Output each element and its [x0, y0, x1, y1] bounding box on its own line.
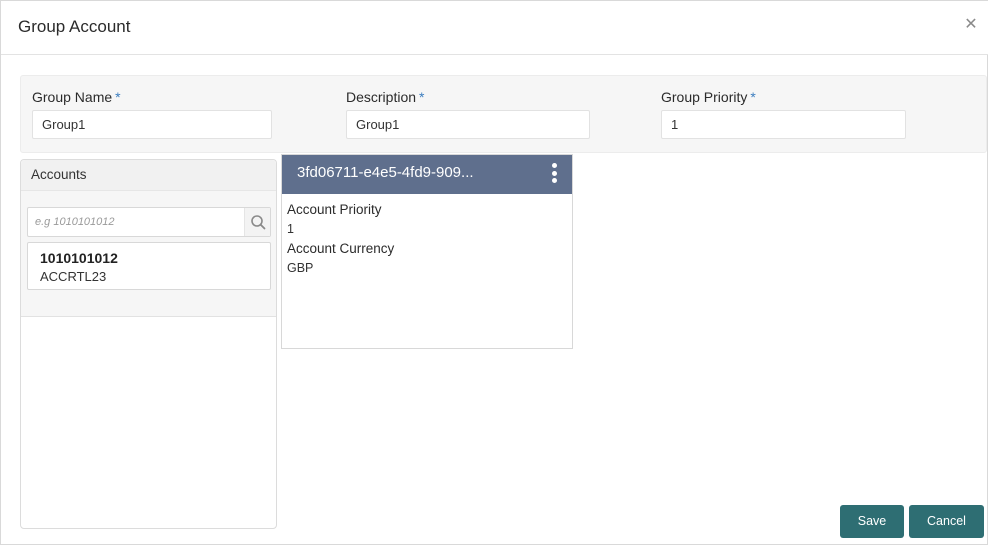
group-account-dialog: Group Account ✕ Group Name * Group1 Descr… [0, 0, 988, 545]
required-marker: * [750, 89, 756, 105]
group-name-input[interactable]: Group1 [32, 110, 272, 139]
account-priority-value: 1 [287, 222, 294, 236]
description-input[interactable]: Group1 [346, 110, 590, 139]
accounts-list-area: 1010101012 ACCRTL23 [21, 191, 276, 317]
account-search-input[interactable] [28, 208, 242, 236]
account-currency-label: Account Currency [287, 241, 395, 256]
description-label: Description * [346, 89, 425, 105]
accounts-title: Accounts [31, 167, 87, 182]
more-vertical-icon[interactable] [550, 163, 558, 185]
close-icon[interactable]: ✕ [963, 16, 979, 34]
group-card-title: 3fd06711-e4e5-4fd9-909... [297, 164, 474, 181]
cancel-button[interactable]: Cancel [909, 505, 984, 538]
group-name-label: Group Name * [32, 89, 121, 105]
account-list-item[interactable]: 1010101012 ACCRTL23 [27, 242, 271, 290]
account-name: ACCRTL23 [40, 269, 107, 284]
account-number: 1010101012 [40, 250, 118, 266]
group-account-card[interactable]: 3fd06711-e4e5-4fd9-909... Account Priori… [281, 154, 573, 349]
group-priority-input[interactable]: 1 [661, 110, 906, 139]
dialog-header: Group Account ✕ [1, 1, 988, 55]
search-icon[interactable] [244, 208, 270, 236]
required-marker: * [419, 89, 425, 105]
accounts-header: Accounts [21, 160, 276, 191]
account-currency-value: GBP [287, 261, 314, 275]
save-button[interactable]: Save [840, 505, 904, 538]
required-marker: * [115, 89, 121, 105]
group-priority-label: Group Priority * [661, 89, 756, 105]
dialog-title: Group Account [18, 17, 131, 36]
group-card-header: 3fd06711-e4e5-4fd9-909... [282, 155, 572, 194]
accounts-panel: Accounts 1010101012 ACCRTL23 [20, 159, 277, 529]
account-priority-label: Account Priority [287, 202, 382, 217]
group-fields-panel: Group Name * Group1 Description * Group1 G… [20, 75, 987, 153]
account-search [27, 207, 271, 237]
